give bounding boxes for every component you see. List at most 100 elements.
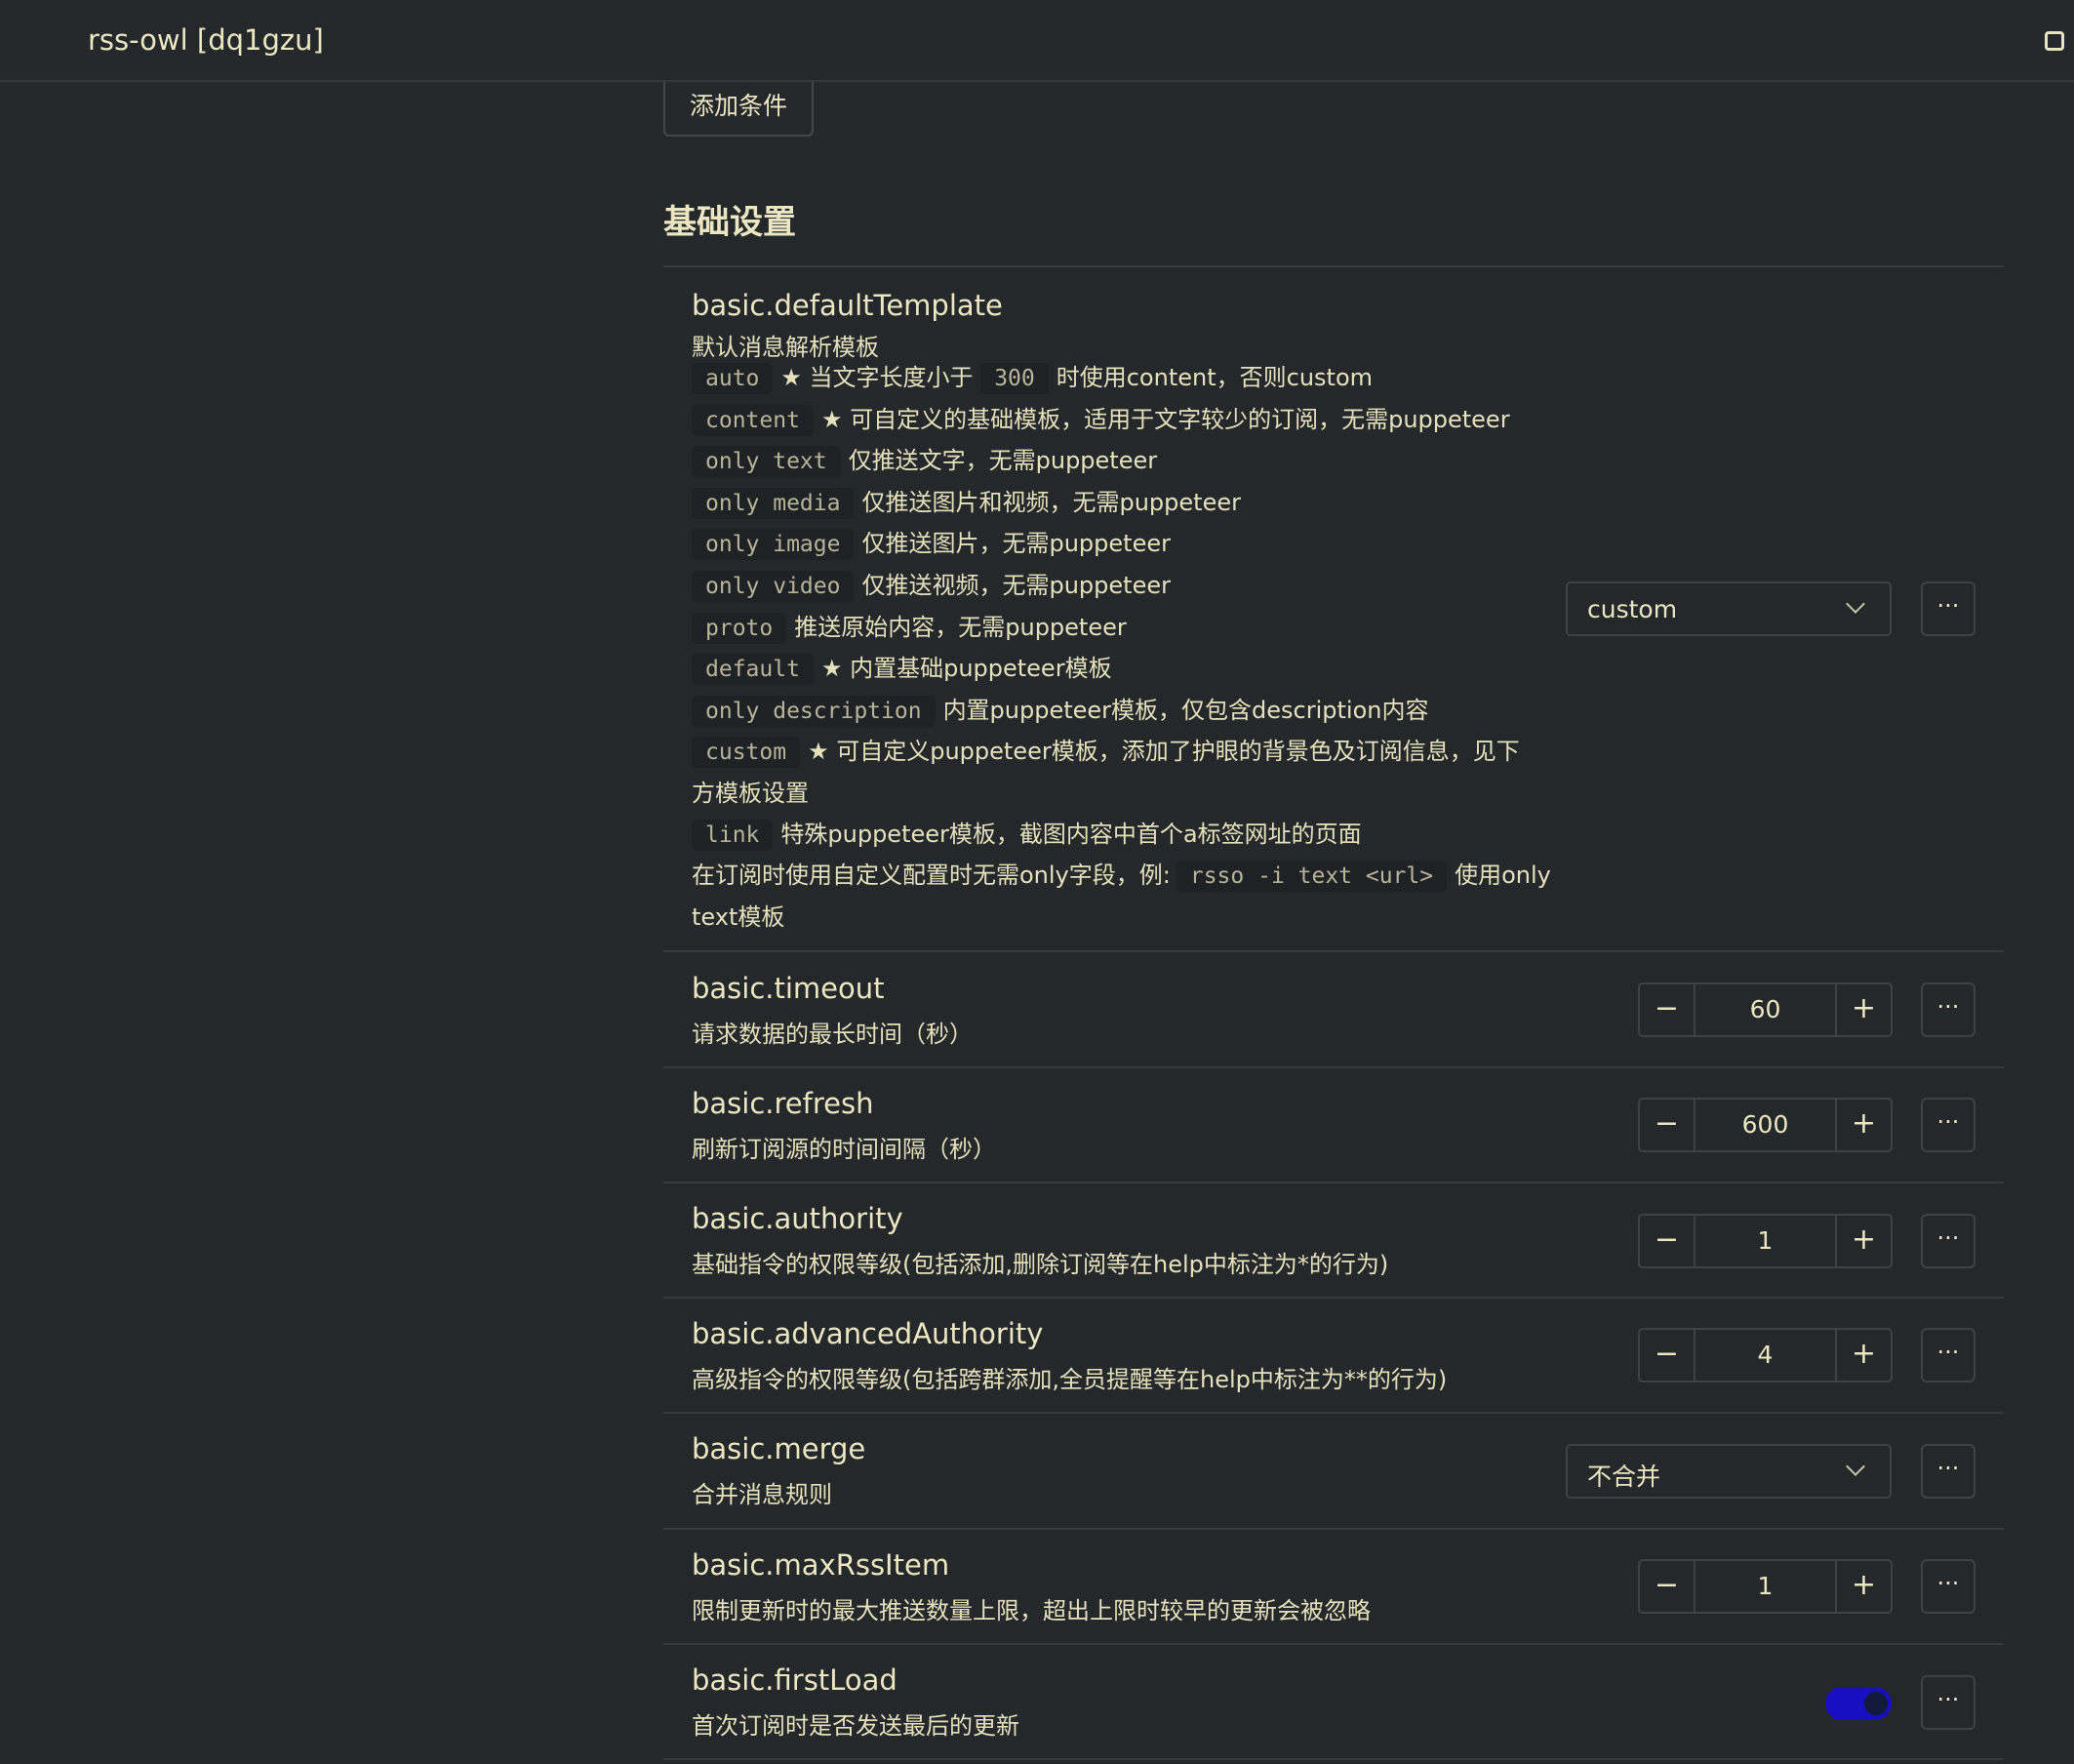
option-link: link 特殊puppeteer模板，截图内容中首个a标签网址的页面 (692, 815, 1531, 857)
increment-button[interactable]: + (1835, 1330, 1891, 1381)
setting-desc: 高级指令的权限等级(包括跨群添加,全员提醒等在help中标注为**的行为) (692, 1366, 1448, 1393)
decrement-button[interactable]: − (1640, 984, 1695, 1035)
maximize-icon[interactable] (2045, 31, 2064, 51)
option-text: 特殊puppeteer模板，截图内容中首个a标签网址的页面 (780, 820, 1362, 848)
setting-title: basic.maxRssItem (692, 1548, 950, 1582)
increment-button[interactable]: + (1835, 1561, 1891, 1612)
option-text: ★ 内置基础puppeteer模板 (820, 655, 1112, 683)
section-title: 基础设置 (663, 203, 796, 242)
decrement-button[interactable]: − (1640, 1100, 1695, 1150)
title-bar: rss-owl [dq1gzu] (0, 0, 2074, 82)
option-text: 方模板设置 (692, 779, 809, 807)
setting-title: basic.advancedAuthority (692, 1317, 1044, 1350)
template-note: 在订阅时使用自定义配置时无需only字段，例: rsso -i text <url… (692, 856, 1551, 898)
option-custom: custom ★ 可自定义puppeteer模板，添加了护眼的背景色及订阅信息，见… (692, 732, 1531, 774)
option-text: 时使用content，否则custom (1056, 364, 1374, 391)
option-only-image: only image 仅推送图片，无需puppeteer (692, 524, 1531, 566)
setting-refresh: basic.refresh 刷新订阅源的时间间隔（秒） − 600 + ··· (663, 1066, 2004, 1182)
option-only-video: only video 仅推送视频，无需puppeteer (692, 566, 1531, 608)
setting-title: basic.timeout (692, 972, 885, 1005)
authority-stepper: − 1 + (1638, 1214, 1893, 1268)
setting-desc: 请求数据的最长时间（秒） (692, 1021, 973, 1048)
template-select[interactable]: custom (1566, 581, 1892, 636)
option-code: only image (692, 529, 855, 561)
add-condition-button[interactable]: 添加条件 (663, 82, 814, 137)
toggle-knob (1864, 1692, 1888, 1715)
option-only-media: only media 仅推送图片和视频，无需puppeteer (692, 483, 1531, 525)
note-code: rsso -i text <url> (1176, 861, 1448, 893)
more-options-button[interactable]: ··· (1921, 1444, 1975, 1499)
option-text: 仅推送文字，无需puppeteer (848, 447, 1158, 475)
more-options-button[interactable]: ··· (1921, 1328, 1975, 1383)
decrement-button[interactable]: − (1640, 1330, 1695, 1381)
decrement-button[interactable]: − (1640, 1561, 1695, 1612)
template-option-list: auto ★ 当文字长度小于 300 时使用content，否则custom con… (692, 358, 1551, 939)
option-text: 推送原始内容，无需puppeteer (794, 613, 1127, 641)
setting-title: basic.refresh (692, 1087, 874, 1120)
option-content: content ★ 可自定义的基础模板，适用于文字较少的订阅，无需puppetee… (692, 400, 1531, 442)
decrement-button[interactable]: − (1640, 1216, 1695, 1266)
setting-max-rss-item: basic.maxRssItem 限制更新时的最大推送数量上限，超出上限时较早的… (663, 1528, 2004, 1643)
setting-default-template: basic.defaultTemplate 默认消息解析模板 auto ★ 当文字… (663, 265, 2004, 950)
timeout-stepper: − 60 + (1638, 982, 1893, 1037)
option-code: proto (692, 612, 787, 644)
more-options-button[interactable]: ··· (1921, 581, 1975, 636)
option-text: ★ 可自定义的基础模板，适用于文字较少的订阅，无需puppeteer (820, 405, 1510, 433)
option-text: 仅推送图片和视频，无需puppeteer (861, 488, 1241, 516)
chevron-down-icon (1846, 1457, 1865, 1476)
option-text: 仅推送图片，无需puppeteer (861, 530, 1171, 558)
option-code: only text (692, 446, 841, 478)
option-code: auto (692, 363, 774, 394)
select-value: custom (1587, 595, 1678, 623)
refresh-stepper: − 600 + (1638, 1098, 1893, 1152)
increment-button[interactable]: + (1835, 1216, 1891, 1266)
merge-select[interactable]: 不合并 (1566, 1444, 1892, 1499)
number-input[interactable]: 1 (1695, 1216, 1835, 1266)
setting-advanced-authority: basic.advancedAuthority 高级指令的权限等级(包括跨群添加… (663, 1297, 2004, 1412)
more-options-button[interactable]: ··· (1921, 1098, 1975, 1152)
setting-title: basic.merge (692, 1432, 866, 1465)
number-input[interactable]: 1 (1695, 1561, 1835, 1612)
number-input[interactable]: 60 (1695, 984, 1835, 1035)
first-load-toggle[interactable] (1825, 1687, 1892, 1720)
number-input[interactable]: 600 (1695, 1100, 1835, 1150)
option-only-description: only description 内置puppeteer模板，仅包含descrip… (692, 691, 1531, 733)
select-value: 不合并 (1587, 1463, 1661, 1491)
option-code: content (692, 404, 814, 436)
setting-title: basic.firstLoad (692, 1664, 897, 1697)
option-text: ★ 当文字长度小于 (780, 364, 974, 391)
option-only-text: only text 仅推送文字，无需puppeteer (692, 441, 1531, 483)
more-options-button[interactable]: ··· (1921, 1559, 1975, 1614)
setting-title: basic.authority (692, 1202, 903, 1235)
option-code: custom (692, 737, 801, 769)
option-code: default (692, 654, 814, 686)
more-options-button[interactable]: ··· (1921, 1675, 1975, 1730)
option-text: ★ 可自定义puppeteer模板，添加了护眼的背景色及订阅信息，见下 (808, 738, 1520, 766)
option-text: 内置puppeteer模板，仅包含description内容 (942, 696, 1429, 724)
window-title: rss-owl [dq1gzu] (88, 23, 324, 57)
option-text: 仅推送视频，无需puppeteer (861, 571, 1171, 599)
option-code: only description (692, 695, 936, 727)
increment-button[interactable]: + (1835, 984, 1891, 1035)
setting-first-load: basic.firstLoad 首次订阅时是否发送最后的更新 ··· (663, 1643, 2004, 1760)
chevron-down-icon (1846, 594, 1865, 614)
option-auto: auto ★ 当文字长度小于 300 时使用content，否则custom (692, 358, 1531, 400)
setting-desc: 限制更新时的最大推送数量上限，超出上限时较早的更新会被忽略 (692, 1597, 1371, 1624)
template-note-cont: text模板 (692, 898, 1531, 939)
number-input[interactable]: 4 (1695, 1330, 1835, 1381)
max-rss-item-stepper: − 1 + (1638, 1559, 1893, 1614)
setting-desc: 刷新订阅源的时间间隔（秒） (692, 1136, 996, 1163)
setting-title: basic.defaultTemplate (692, 289, 1003, 322)
option-code: only media (692, 487, 855, 519)
more-options-button[interactable]: ··· (1921, 982, 1975, 1037)
setting-merge: basic.merge 合并消息规则 不合并 ··· (663, 1412, 2004, 1528)
option-default: default ★ 内置基础puppeteer模板 (692, 649, 1531, 691)
note-text: text模板 (692, 902, 785, 931)
setting-desc: 合并消息规则 (692, 1481, 832, 1508)
setting-desc: 默认消息解析模板 (692, 334, 879, 361)
option-code: 300 (980, 363, 1049, 394)
setting-desc: 首次订阅时是否发送最后的更新 (692, 1712, 1019, 1740)
increment-button[interactable]: + (1835, 1100, 1891, 1150)
option-custom-cont: 方模板设置 (692, 774, 1531, 815)
more-options-button[interactable]: ··· (1921, 1214, 1975, 1268)
